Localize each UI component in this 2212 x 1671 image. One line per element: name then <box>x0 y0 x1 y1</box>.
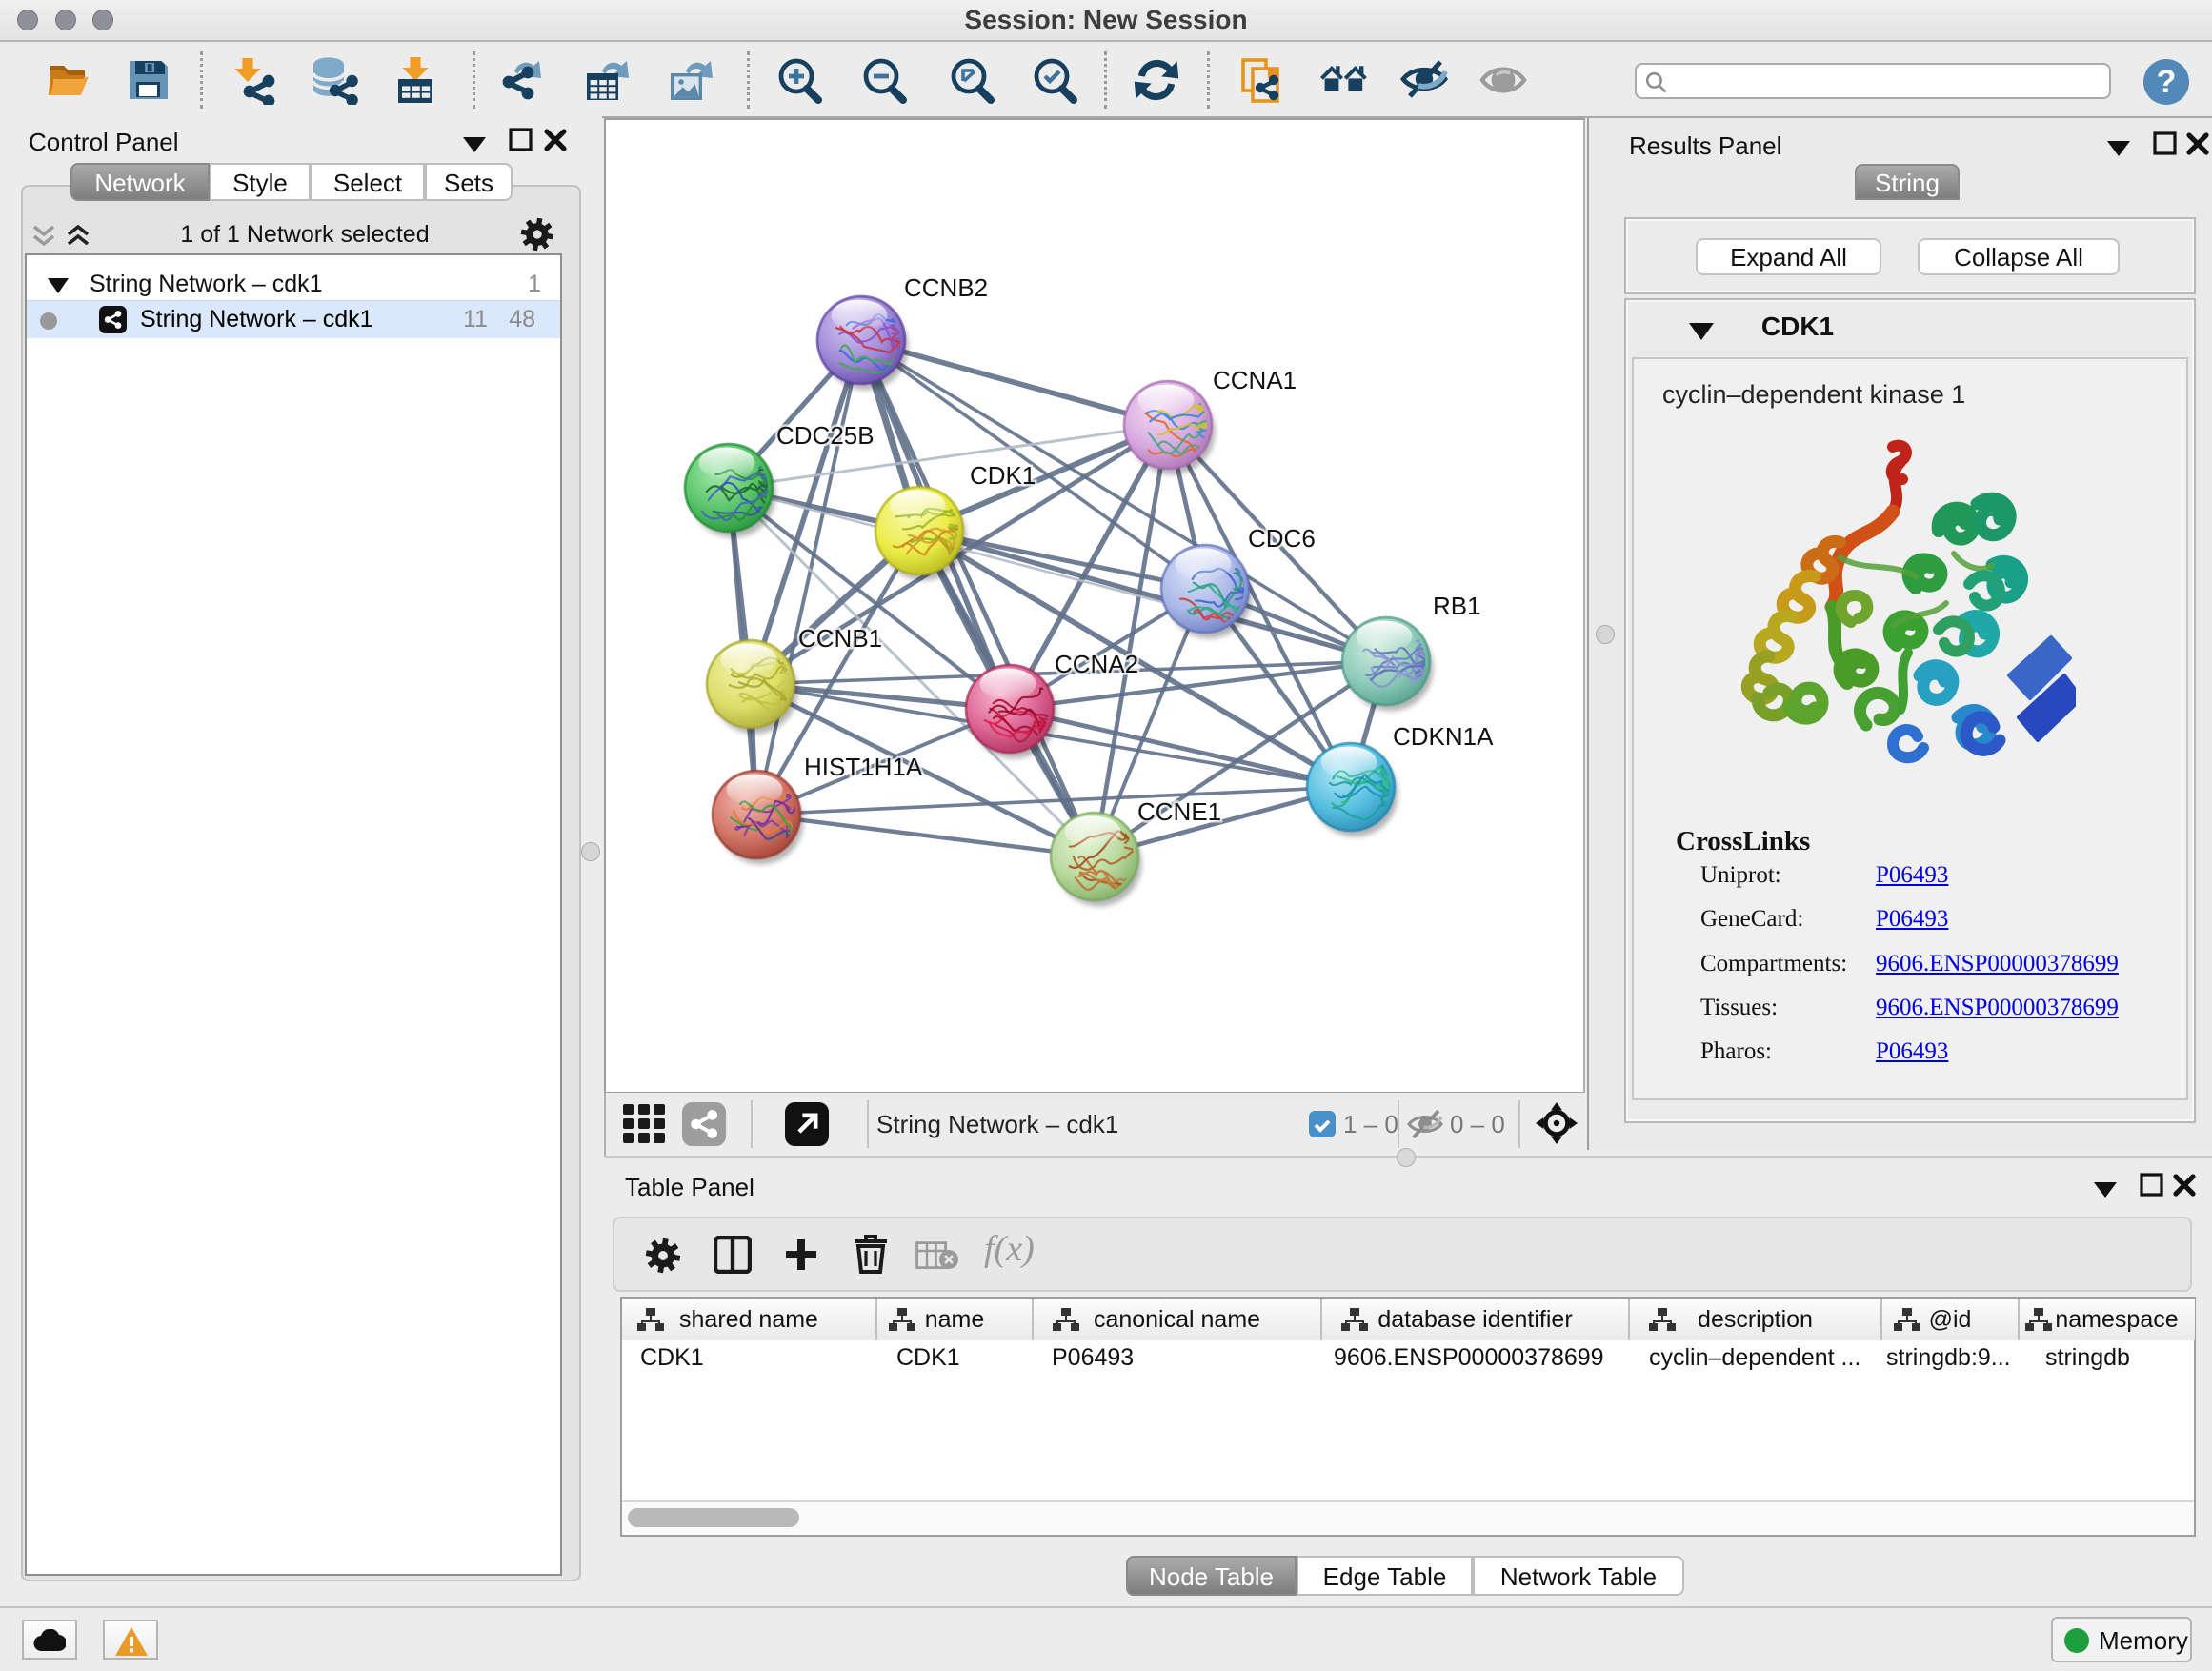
svg-text:CDC6: CDC6 <box>1248 524 1316 553</box>
svg-text:CCNB1: CCNB1 <box>798 624 882 653</box>
svg-text:CCNB2: CCNB2 <box>904 273 988 302</box>
svg-text:CDK1: CDK1 <box>970 461 1036 490</box>
svg-text:CCNA2: CCNA2 <box>1055 650 1138 678</box>
svg-text:CDC25B: CDC25B <box>776 421 875 450</box>
svg-text:HIST1H1A: HIST1H1A <box>804 753 923 781</box>
svg-text:CCNA1: CCNA1 <box>1213 366 1297 394</box>
svg-text:CCNE1: CCNE1 <box>1137 797 1221 826</box>
svg-text:?: ? <box>2157 64 2177 100</box>
svg-text:CDKN1A: CDKN1A <box>1393 722 1494 751</box>
svg-text:RB1: RB1 <box>1433 592 1481 620</box>
